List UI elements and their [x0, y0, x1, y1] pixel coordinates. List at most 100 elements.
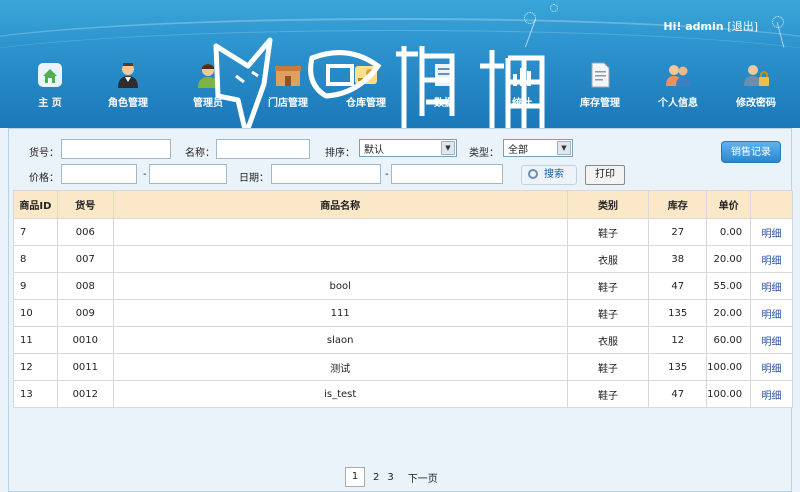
cell-price: 20.00: [706, 245, 752, 273]
name-input[interactable]: [216, 139, 310, 159]
detail-link[interactable]: 明细: [750, 326, 793, 354]
product-table: 商品ID 货号 商品名称 类别 库存 单价 7 006 鞋子 27 0.00 明细 8 007…: [13, 190, 793, 408]
waiter-icon: [118, 63, 138, 88]
date-start-input[interactable]: [271, 164, 381, 184]
page-link-2[interactable]: 2: [373, 472, 379, 483]
nav-item-profile[interactable]: 个人信息: [638, 52, 718, 118]
type-select[interactable]: 全部 ▼: [503, 139, 573, 157]
cell-price: 0.00: [706, 218, 752, 246]
table-row: 7 006 鞋子 27 0.00 明细: [13, 218, 793, 246]
name-label: 名称：: [185, 148, 215, 159]
column-header[interactable]: 单价: [706, 190, 752, 219]
nav-item-inventory[interactable]: 库存管理: [560, 52, 640, 118]
cell-stock: 38: [648, 245, 708, 273]
cell-category: 鞋子: [566, 353, 650, 381]
column-header[interactable]: 商品ID: [13, 190, 58, 219]
detail-link[interactable]: 明细: [750, 272, 793, 300]
cell-name: is_test: [112, 380, 568, 408]
cell-name: [112, 245, 568, 273]
date-end-input[interactable]: [391, 164, 503, 184]
cell-id: 10: [13, 299, 58, 327]
column-header[interactable]: 货号: [56, 190, 114, 219]
cell-stock: 47: [648, 380, 708, 408]
cell-code: 007: [56, 245, 114, 273]
table-header-row: 商品ID 货号 商品名称 类别 库存 单价: [13, 190, 793, 219]
dropdown-arrow-icon: ▼: [557, 141, 571, 155]
sort-label: 排序：: [325, 148, 355, 159]
nav-item-admin[interactable]: 管理员: [168, 52, 248, 118]
nav-item-roles[interactable]: 角色管理: [88, 52, 168, 118]
cell-id: 12: [13, 353, 58, 381]
pagination: 1 2 3 下一页: [345, 467, 438, 487]
table-row: 9 008 bool 鞋子 47 55.00 明细: [13, 272, 793, 300]
cell-price: 100.00: [706, 353, 752, 381]
column-header[interactable]: 库存: [648, 190, 708, 219]
cell-code: 0010: [56, 326, 114, 354]
price-min-input[interactable]: [61, 164, 137, 184]
type-select-value: 全部: [508, 145, 528, 156]
next-page-link[interactable]: 下一页: [408, 470, 438, 485]
cell-category: 衣服: [566, 326, 650, 354]
dandelion-icon: [524, 12, 536, 24]
filter-bar: 货号： 名称： 排序： 默认 ▼ 类型： 全部 ▼ 价格： - 日期： - 搜索…: [9, 129, 793, 189]
cell-code: 008: [56, 272, 114, 300]
store-icon: [275, 66, 301, 86]
table-row: 12 0011 测试 鞋子 135 100.00 明细: [13, 353, 793, 381]
cell-stock: 27: [648, 218, 708, 246]
nav-label: 门店管理: [268, 98, 308, 109]
nav-item-home[interactable]: 主 页: [10, 52, 90, 118]
code-input[interactable]: [61, 139, 171, 159]
detail-link[interactable]: 明细: [750, 299, 793, 327]
cell-id: 7: [13, 218, 58, 246]
nav-item-stats[interactable]: 统计: [482, 52, 562, 118]
column-header[interactable]: 商品名称: [112, 190, 568, 219]
cell-code: 0012: [56, 380, 114, 408]
dropdown-arrow-icon: ▼: [441, 141, 455, 155]
code-label: 货号：: [29, 148, 59, 159]
cell-category: 鞋子: [566, 299, 650, 327]
column-header[interactable]: 类别: [566, 190, 650, 219]
cell-id: 9: [13, 272, 58, 300]
detail-link[interactable]: 明细: [750, 380, 793, 408]
nav-label: 数据: [434, 98, 454, 109]
cell-stock: 47: [648, 272, 708, 300]
sales-record-button[interactable]: 销售记录: [721, 141, 781, 163]
table-row: 10 009 111 鞋子 135 20.00 明细: [13, 299, 793, 327]
nav-label: 库存管理: [580, 98, 620, 109]
cell-id: 13: [13, 380, 58, 408]
nav-item-warehouse[interactable]: 仓库管理: [326, 52, 406, 118]
page-link-1[interactable]: 1: [345, 467, 365, 487]
page-link-3[interactable]: 3: [387, 472, 393, 483]
detail-link[interactable]: 明细: [750, 218, 793, 246]
cell-stock: 135: [648, 353, 708, 381]
nav-label: 个人信息: [658, 98, 698, 109]
cell-code: 0011: [56, 353, 114, 381]
date-label: 日期：: [239, 173, 269, 184]
logout-link[interactable]: [退出]: [727, 20, 758, 33]
admin-user-icon: [198, 64, 218, 88]
main-nav: 主 页 角色管理 管理员 门店管理 仓库管理 数据 统计 库存管理 个人信息 修…: [0, 52, 800, 118]
table-row: 13 0012 is_test 鞋子 47 100.00 明细: [13, 380, 793, 408]
cell-name: 测试: [112, 353, 568, 381]
table-row: 11 0010 slaon 衣服 12 60.00 明细: [13, 326, 793, 354]
cell-code: 006: [56, 218, 114, 246]
cell-price: 100.00: [706, 380, 752, 408]
home-icon: [38, 63, 62, 87]
detail-link[interactable]: 明细: [750, 245, 793, 273]
sort-select-value: 默认: [364, 145, 384, 156]
search-button[interactable]: 搜索: [521, 165, 577, 185]
cell-name: [112, 218, 568, 246]
price-max-input[interactable]: [149, 164, 227, 184]
nav-item-data[interactable]: 数据: [404, 52, 484, 118]
lock-person-icon: [744, 65, 769, 86]
print-button[interactable]: 打印: [585, 165, 625, 185]
nav-label: 管理员: [193, 98, 223, 109]
detail-link[interactable]: 明细: [750, 353, 793, 381]
sort-select[interactable]: 默认 ▼: [359, 139, 457, 157]
cell-price: 55.00: [706, 272, 752, 300]
nav-label: 主 页: [38, 98, 62, 109]
nav-item-stores[interactable]: 门店管理: [248, 52, 328, 118]
cell-category: 衣服: [566, 245, 650, 273]
nav-item-password[interactable]: 修改密码: [716, 52, 796, 118]
date-dash: -: [385, 169, 389, 180]
